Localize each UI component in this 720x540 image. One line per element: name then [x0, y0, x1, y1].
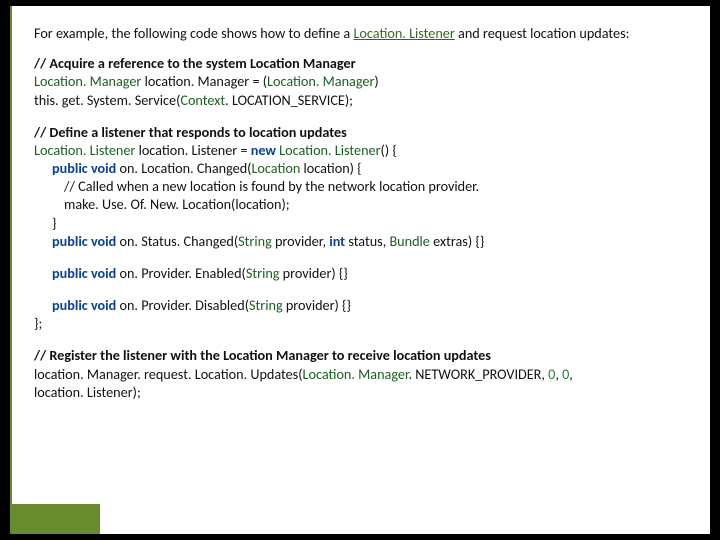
code-text: on. Provider. Disabled( [116, 296, 249, 314]
type-name: Location. Listener [276, 141, 381, 159]
type-name: Location. Manager [267, 72, 374, 90]
code-text: . LOCATION_SERVICE [225, 91, 345, 109]
code-text: location. Manager = ( [141, 72, 267, 90]
code-line: public void on. Location. Changed(Locati… [34, 159, 688, 177]
code-text: status, [345, 232, 389, 250]
intro-pre: For example, the following code shows ho… [34, 24, 353, 42]
code-text: extras) {} [430, 232, 484, 250]
type-name: Location [251, 159, 300, 177]
keyword-new: new [251, 141, 276, 159]
type-name: String [249, 296, 283, 314]
code-text: () { [381, 141, 397, 159]
type-name: String [246, 264, 280, 282]
code-line: public void on. Provider. Enabled(String… [34, 264, 688, 282]
keyword-public-void: public void [52, 159, 116, 177]
decorative-bar [10, 504, 100, 534]
code-text: on. Status. Changed( [116, 232, 238, 250]
keyword-int: int [329, 232, 345, 250]
slide-content: For example, the following code shows ho… [10, 6, 710, 534]
type-name: Location. Manager [303, 365, 409, 383]
code-text: on. Location. Changed( [116, 159, 251, 177]
code-line: public void on. Status. Changed(String p… [34, 232, 688, 250]
code-text: location. Manager. request. Location. Up… [34, 365, 303, 383]
code-line: Location. Manager location. Manager = (L… [34, 72, 688, 90]
code-block-1: // Acquire a reference to the system Loc… [34, 54, 688, 109]
comment-register: // Register the listener with the Locati… [34, 346, 688, 364]
code-line: public void on. Provider. Disabled(Strin… [34, 296, 688, 314]
code-line: location. Listener); [34, 383, 688, 401]
comment-callback: // Called when a new location is found b… [34, 177, 688, 195]
keyword-public-void: public void [52, 296, 116, 314]
keyword-public-void: public void [52, 264, 116, 282]
code-text: provider, [272, 232, 329, 250]
code-text: . NETWORK_PROVIDER [408, 365, 541, 383]
type-name: String [238, 232, 272, 250]
comment-acquire: // Acquire a reference to the system Loc… [34, 54, 688, 72]
code-text: this. get. System. Service [34, 91, 176, 109]
keyword-public-void: public void [52, 232, 116, 250]
code-block-3: // Register the listener with the Locati… [34, 346, 688, 401]
code-line: Location. Listener location. Listener = … [34, 141, 688, 159]
location-listener-link[interactable]: Location. Listener [353, 24, 454, 42]
code-line: } [34, 214, 688, 232]
type-name: Location. Manager [34, 72, 141, 90]
intro-paragraph: For example, the following code shows ho… [34, 24, 688, 42]
type-name: Context [180, 91, 225, 109]
code-text: ); [345, 91, 353, 109]
code-text: on. Provider. Enabled( [116, 264, 246, 282]
code-line: make. Use. Of. New. Location(location); [34, 195, 688, 213]
comment-define: // Define a listener that responds to lo… [34, 123, 688, 141]
code-line: this. get. System. Service(Context. LOCA… [34, 91, 688, 109]
type-name: Location. Listener [34, 141, 135, 159]
code-line: location. Manager. request. Location. Up… [34, 365, 688, 383]
code-text: ) [374, 72, 378, 90]
type-name: Bundle [389, 232, 429, 250]
code-text: location. Listener = [135, 141, 250, 159]
code-text: location) { [300, 159, 361, 177]
code-text: , [569, 365, 573, 383]
code-text: provider) {} [279, 264, 347, 282]
code-line: }; [34, 314, 688, 332]
code-text: provider) {} [283, 296, 351, 314]
intro-post: and request location updates: [455, 24, 630, 42]
code-block-2: // Define a listener that responds to lo… [34, 123, 688, 333]
